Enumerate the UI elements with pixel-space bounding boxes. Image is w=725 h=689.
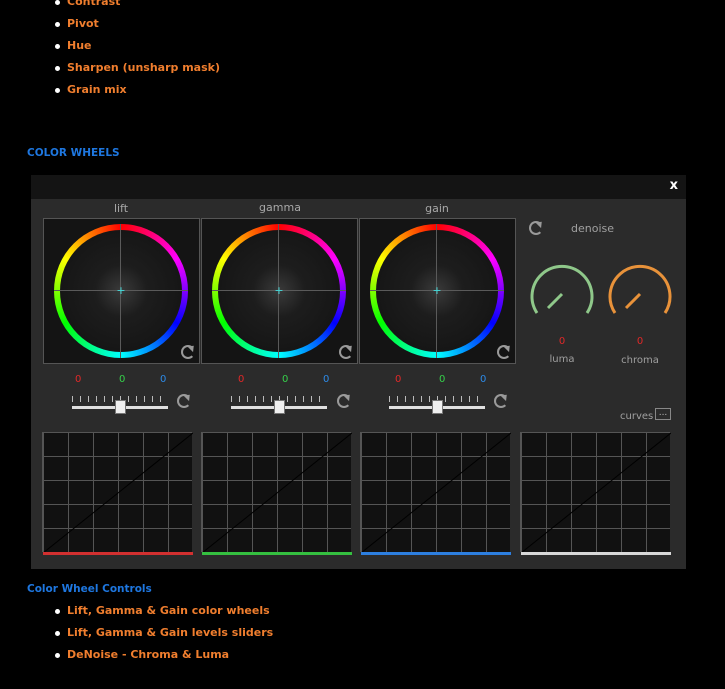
curve-base-white: [521, 552, 671, 555]
wheel-cursor-icon[interactable]: +: [273, 285, 285, 297]
green-curve-editor[interactable]: [201, 432, 352, 555]
green-value: 0: [119, 374, 126, 385]
panel-titlebar: x: [31, 175, 686, 199]
gamma-color-wheel[interactable]: +: [201, 218, 358, 364]
curve-base-red: [43, 552, 193, 555]
luma-knob[interactable]: [528, 258, 596, 318]
denoise-label: denoise: [571, 222, 615, 235]
gain-color-wheel[interactable]: +: [359, 218, 516, 364]
curves-label: curves: [620, 411, 654, 422]
blue-curve-editor[interactable]: [360, 432, 511, 555]
controls-heading: Color Wheel Controls: [27, 583, 152, 595]
wheel-label-gain: gain: [425, 202, 449, 215]
chroma-value: 0: [636, 336, 644, 347]
list-item: Sharpen (unsharp mask): [0, 57, 220, 79]
list-item: Hue: [0, 35, 220, 57]
slider-thumb[interactable]: [115, 400, 126, 414]
blue-value: 0: [480, 374, 487, 385]
luma-curve-editor[interactable]: [520, 432, 671, 555]
luma-label: luma: [549, 354, 575, 365]
red-value: 0: [395, 374, 402, 385]
wheel-label-gamma: gamma: [259, 201, 301, 214]
feature-list-top: Contrast Pivot Hue Sharpen (unsharp mask…: [0, 0, 220, 101]
red-value: 0: [75, 374, 82, 385]
slider-thumb[interactable]: [432, 400, 443, 414]
hue-ring: +: [54, 224, 188, 358]
list-item: Contrast: [0, 0, 220, 13]
hue-ring: +: [370, 224, 504, 358]
red-value: 0: [238, 374, 245, 385]
list-item: Lift, Gamma & Gain levels sliders: [0, 622, 273, 644]
curve-base-blue: [361, 552, 511, 555]
denoise-reset-icon[interactable]: [529, 221, 543, 235]
luma-value: 0: [558, 336, 566, 347]
hue-ring: +: [212, 224, 346, 358]
slider-thumb[interactable]: [274, 400, 285, 414]
section-heading: COLOR WHEELS: [27, 147, 120, 159]
reset-icon[interactable]: [177, 394, 191, 408]
lift-level-slider[interactable]: [72, 396, 172, 416]
list-item: Pivot: [0, 13, 220, 35]
reset-icon[interactable]: [497, 345, 511, 359]
reset-icon[interactable]: [337, 394, 351, 408]
wheel-label-lift: lift: [113, 202, 129, 215]
color-wheels-panel: x lift gamma gain + + + 0 0 0 0 0 0 0 0 …: [31, 175, 686, 569]
list-item: Lift, Gamma & Gain color wheels: [0, 600, 273, 622]
blue-value: 0: [323, 374, 330, 385]
reset-icon[interactable]: [181, 345, 195, 359]
list-item: DeNoise - Chroma & Luma: [0, 644, 273, 666]
curve-base-green: [202, 552, 352, 555]
green-value: 0: [439, 374, 446, 385]
wheel-cursor-icon[interactable]: +: [431, 285, 443, 297]
chroma-knob[interactable]: [606, 258, 674, 318]
blue-value: 0: [160, 374, 167, 385]
reset-icon[interactable]: [494, 394, 508, 408]
curves-options-button[interactable]: ...: [655, 408, 671, 420]
gain-level-slider[interactable]: [389, 396, 489, 416]
feature-list-bottom: Lift, Gamma & Gain color wheels Lift, Ga…: [0, 600, 273, 666]
close-button[interactable]: x: [670, 178, 678, 193]
list-item: Grain mix: [0, 79, 220, 101]
green-value: 0: [282, 374, 289, 385]
red-curve-editor[interactable]: [42, 432, 193, 555]
gamma-level-slider[interactable]: [231, 396, 331, 416]
wheel-cursor-icon[interactable]: +: [115, 285, 127, 297]
reset-icon[interactable]: [339, 345, 353, 359]
lift-color-wheel[interactable]: +: [43, 218, 200, 364]
chroma-label: chroma: [621, 355, 659, 366]
